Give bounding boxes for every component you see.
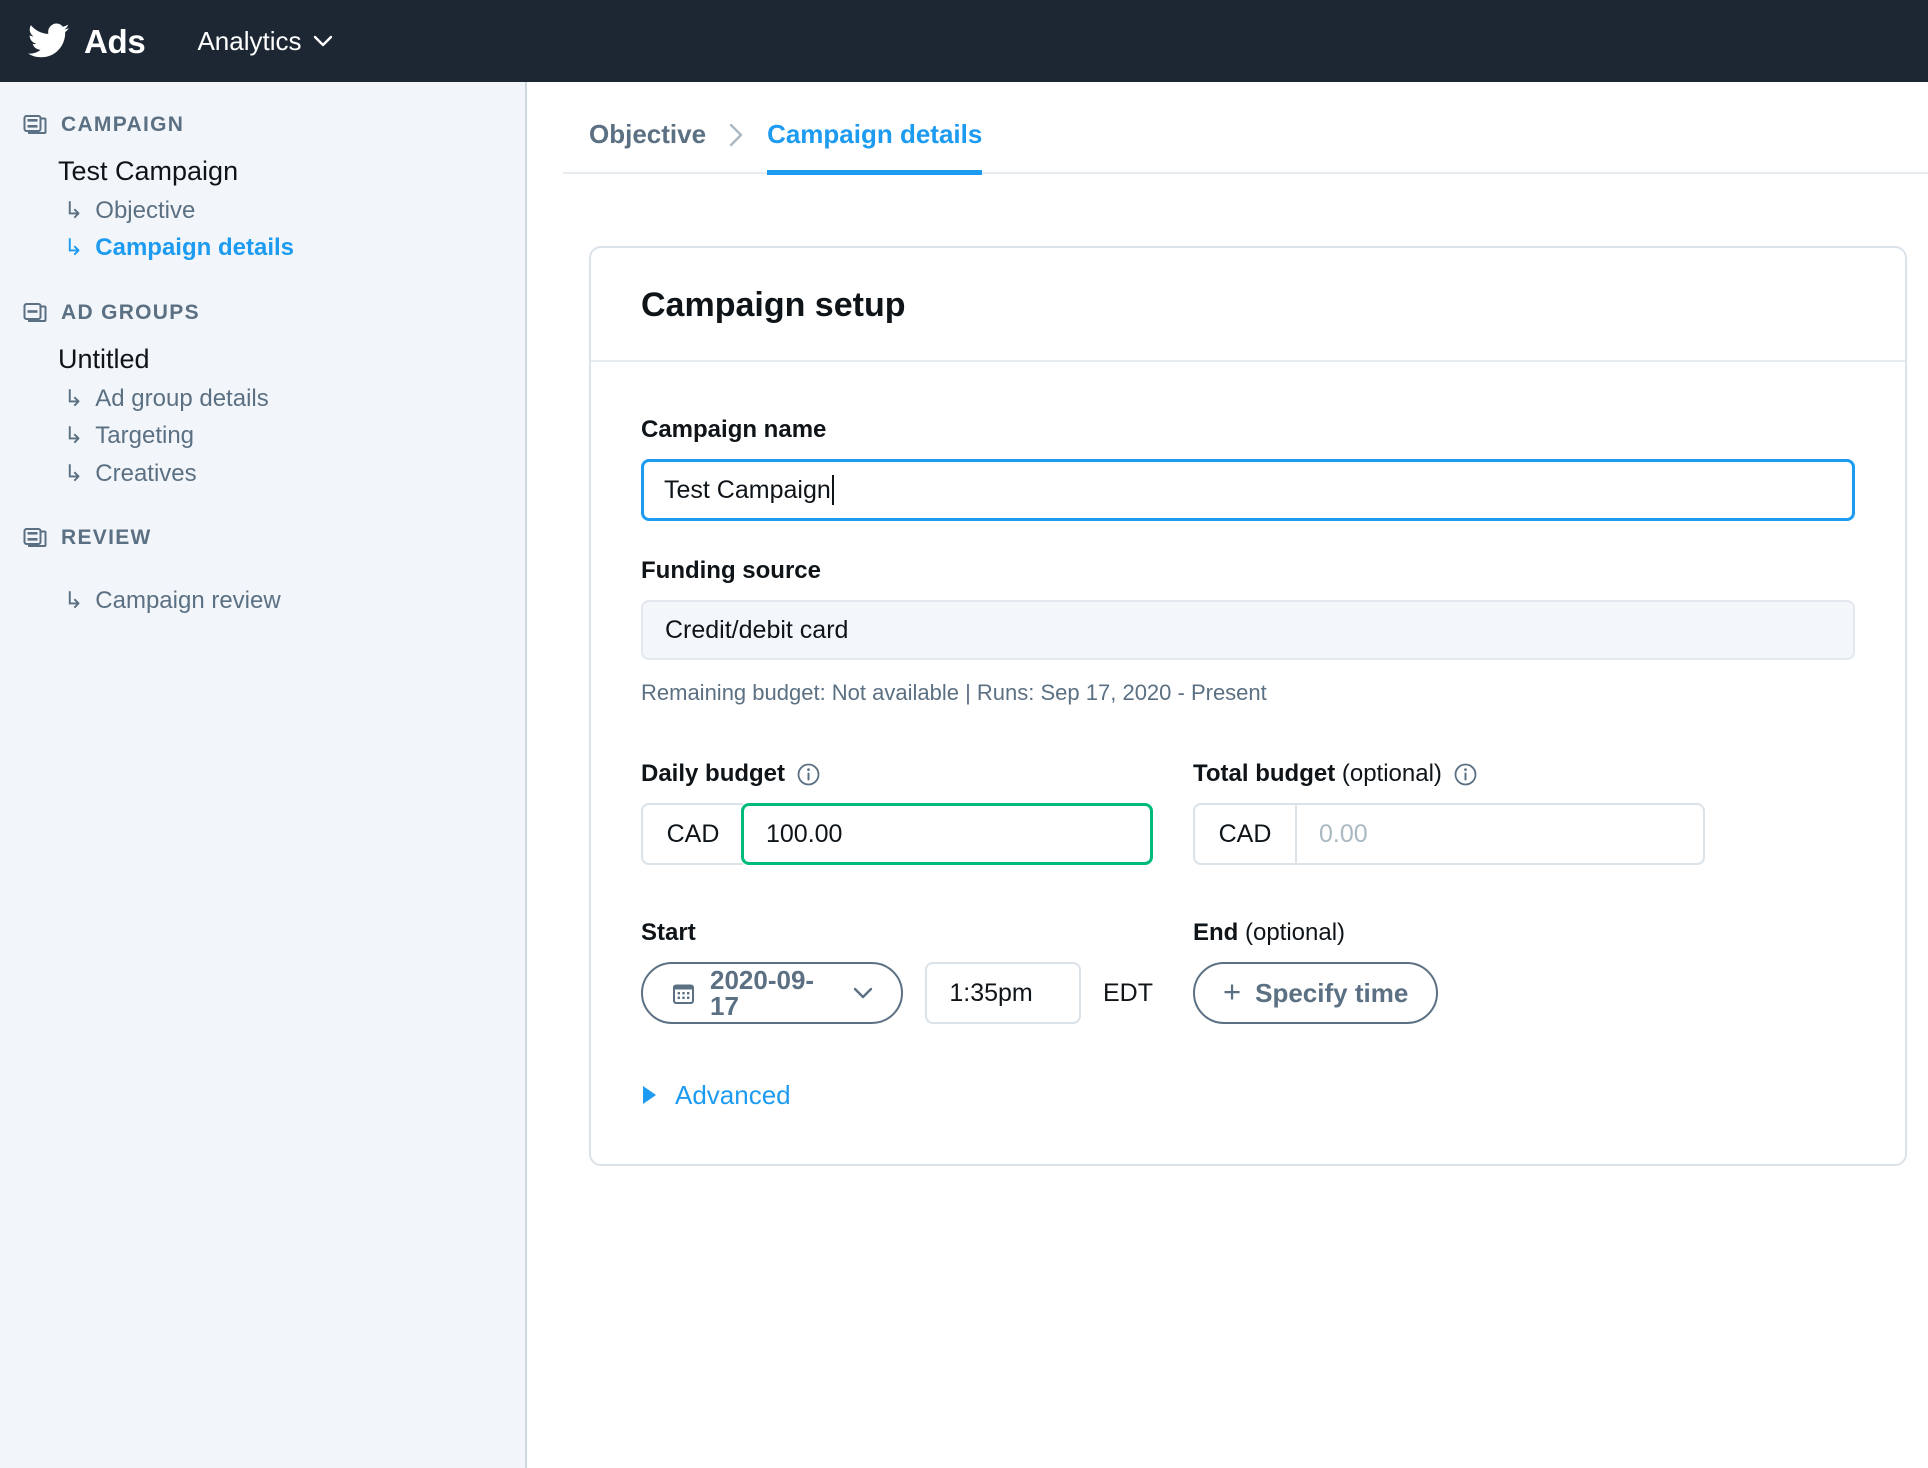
sidebar-entity-untitled[interactable]: Untitled: [0, 344, 525, 375]
sidebar-section-title: REVIEW: [61, 525, 152, 549]
sidebar-section-title: CAMPAIGN: [61, 113, 185, 136]
start-controls: 2020-09-17 1:35pm EDT: [641, 962, 1153, 1024]
total-budget-group: Total budget (optional) CAD 0.00: [1193, 760, 1705, 865]
ad-groups-icon: [22, 300, 48, 326]
arrow-right-icon: ↳: [64, 384, 84, 411]
main-content: Objective Campaign details Campaign setu…: [527, 82, 1928, 1468]
sidebar-item-label: Objective: [95, 197, 196, 224]
breadcrumb: Objective Campaign details: [563, 82, 1928, 175]
daily-budget-field: CAD 100.00: [641, 803, 1153, 865]
tab-campaign-details[interactable]: Campaign details: [767, 119, 983, 175]
sidebar-section-campaign: CAMPAIGN: [0, 112, 525, 138]
sidebar-item-label: Creatives: [95, 459, 197, 487]
chevron-down-icon: [313, 35, 333, 47]
campaign-name-value: Test Campaign: [664, 475, 831, 504]
sidebar-item-campaign-review[interactable]: ↳ Campaign review: [0, 585, 525, 617]
campaign-name-input[interactable]: Test Campaign: [641, 459, 1855, 521]
daily-budget-label-row: Daily budget: [641, 760, 1153, 788]
sidebar-item-label: Ad group details: [95, 384, 269, 412]
card-header: Campaign setup: [591, 248, 1905, 362]
total-budget-currency: CAD: [1193, 803, 1295, 865]
sidebar-section-title: AD GROUPS: [61, 300, 200, 324]
start-group: Start 2020-09-17 1:35pm EDT: [641, 919, 1153, 1024]
campaign-name-label: Campaign name: [641, 416, 827, 443]
specify-end-time-button[interactable]: + Specify time: [1193, 962, 1439, 1024]
total-budget-input[interactable]: 0.00: [1295, 803, 1705, 865]
funding-source-label: Funding source: [641, 557, 821, 584]
sidebar-item-objective[interactable]: ↳ Objective: [0, 195, 525, 227]
daily-budget-currency: CAD: [641, 803, 743, 865]
end-label: End (optional): [1193, 919, 1346, 946]
calendar-icon: [671, 981, 696, 1006]
chevron-down-icon: [853, 987, 873, 999]
sidebar-item-label: Campaign review: [95, 586, 281, 614]
plus-icon: +: [1223, 974, 1242, 1009]
sidebar-item-campaign-details[interactable]: ↳ Campaign details: [0, 232, 525, 264]
start-timezone-label: EDT: [1103, 978, 1153, 1007]
top-navigation-bar: Ads Analytics: [0, 0, 1928, 82]
sidebar-item-label: Targeting: [95, 422, 195, 450]
daily-budget-label: Daily budget: [641, 760, 786, 787]
tab-objective[interactable]: Objective: [589, 119, 706, 172]
sidebar-item-targeting[interactable]: ↳ Targeting: [0, 420, 525, 452]
start-label: Start: [641, 919, 696, 946]
budget-row: Daily budget CAD 100.00 Total budget (op…: [641, 760, 1855, 865]
triangle-right-icon: [641, 1085, 658, 1105]
info-circle-icon[interactable]: [796, 762, 821, 787]
arrow-right-icon: ↳: [64, 234, 84, 261]
sidebar-section-ad-groups: AD GROUPS: [0, 300, 525, 326]
funding-source-select[interactable]: Credit/debit card: [641, 600, 1855, 660]
specify-end-time-label: Specify time: [1255, 978, 1409, 1008]
chevron-right-icon: [728, 122, 745, 172]
arrow-right-icon: ↳: [64, 586, 84, 613]
total-budget-field: CAD 0.00: [1193, 803, 1705, 865]
twitter-bird-icon: [28, 20, 70, 62]
schedule-row: Start 2020-09-17 1:35pm EDT End (optiona…: [641, 919, 1855, 1024]
info-circle-icon[interactable]: [1453, 762, 1478, 787]
total-budget-label: Total budget (optional): [1193, 760, 1442, 787]
sidebar-item-creatives[interactable]: ↳ Creatives: [0, 458, 525, 490]
card-body: Campaign name Test Campaign Funding sour…: [591, 362, 1905, 1164]
advanced-label: Advanced: [675, 1080, 791, 1110]
text-cursor: [831, 475, 834, 505]
review-icon: [22, 525, 48, 551]
sidebar-item-ad-group-details[interactable]: ↳ Ad group details: [0, 383, 525, 415]
arrow-right-icon: ↳: [64, 197, 84, 223]
arrow-right-icon: ↳: [64, 459, 84, 486]
sidebar-section-review: REVIEW: [0, 525, 525, 551]
advanced-disclosure-toggle[interactable]: Advanced: [641, 1082, 1855, 1108]
arrow-right-icon: ↳: [64, 422, 84, 449]
start-date-picker-button[interactable]: 2020-09-17: [641, 962, 904, 1024]
sidebar-item-label: Campaign details: [95, 234, 294, 262]
brand-label: Ads: [84, 22, 146, 60]
analytics-menu-label: Analytics: [197, 26, 302, 56]
analytics-menu-button[interactable]: Analytics: [197, 28, 332, 54]
start-date-value: 2020-09-17: [710, 965, 815, 1021]
campaign-list-icon: [22, 112, 48, 138]
funding-source-value: Credit/debit card: [665, 615, 849, 644]
page-title: Campaign setup: [641, 286, 906, 324]
total-budget-label-row: Total budget (optional): [1193, 760, 1705, 788]
campaign-setup-card: Campaign setup Campaign name Test Campai…: [589, 246, 1907, 1166]
end-group: End (optional) + Specify time: [1193, 919, 1705, 1024]
start-time-input[interactable]: 1:35pm: [925, 962, 1081, 1024]
sidebar-entity-test-campaign[interactable]: Test Campaign: [0, 156, 525, 187]
funding-source-helper-text: Remaining budget: Not available | Runs: …: [641, 680, 1267, 705]
daily-budget-group: Daily budget CAD 100.00: [641, 760, 1153, 865]
sidebar-navigation: CAMPAIGN Test Campaign ↳ Objective ↳ Cam…: [0, 82, 527, 1468]
daily-budget-input[interactable]: 100.00: [741, 803, 1153, 865]
